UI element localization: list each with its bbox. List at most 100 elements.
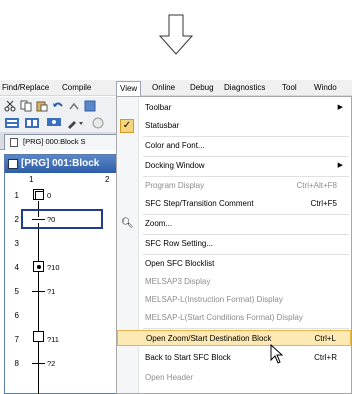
tab-label: [PRG] 000:Block S — [23, 137, 86, 146]
transition-bar[interactable] — [32, 363, 45, 364]
menu-separator — [143, 214, 349, 215]
window-icon — [8, 159, 18, 169]
row-number: 3 — [14, 239, 19, 248]
menu-item-statusbar[interactable]: ✓ Statusbar — [117, 118, 351, 134]
transition-bar[interactable] — [32, 291, 45, 292]
menu-item-label: SFC Step/Transition Comment — [145, 199, 254, 208]
undo-icon[interactable] — [52, 100, 64, 112]
copy-icon[interactable] — [20, 100, 32, 112]
menu-item-label: Open SFC Blocklist — [145, 259, 215, 268]
submenu-arrow-icon: ▶ — [337, 162, 343, 169]
menu-separator — [143, 328, 349, 329]
menu-item-label: Zoom... — [145, 219, 173, 228]
transition-label: ?1 — [47, 287, 56, 296]
step-label: 0 — [47, 191, 52, 200]
row-number: 4 — [14, 263, 19, 272]
row-number: 8 — [14, 359, 19, 368]
menu-item-sfc-step-transition-comment[interactable]: SFC Step/Transition Comment Ctrl+F5 — [117, 196, 351, 212]
paste-icon[interactable] — [36, 100, 48, 112]
toolbar-row-1 — [0, 97, 118, 115]
menu-compile[interactable]: Compile — [62, 82, 91, 94]
column-header-2: 2 — [105, 175, 110, 184]
menu-item-program-display[interactable]: Program Display Ctrl+Alt+F8 — [117, 178, 351, 194]
step-label: ?11 — [47, 335, 59, 344]
menu-item-label: Back to Start SFC Block — [145, 353, 231, 362]
step-label: ?10 — [47, 263, 60, 272]
tab-program-block[interactable]: [PRG] 000:Block S — [4, 134, 120, 150]
menu-find-replace[interactable]: Find/Replace — [2, 82, 49, 94]
menu-window[interactable]: Windo — [314, 82, 337, 94]
tab-strip: [PRG] 000:Block S — [0, 132, 120, 150]
magnifier-icon: 🔍︎ — [121, 218, 134, 229]
sfc-editor-window: [PRG] 001:Block 1 2 1 0 · 2 ?0 3 4 ?10 ·… — [4, 154, 120, 394]
menu-item-label: Open Header — [145, 373, 194, 382]
monitor-icon[interactable] — [46, 117, 62, 129]
menu-item-label: MELSAP-L(Instruction Format) Display — [145, 295, 283, 304]
menu-separator — [143, 136, 349, 137]
mouse-pointer-icon — [270, 344, 284, 364]
menu-item-toolbar[interactable]: Toolbar ▶ — [117, 100, 351, 116]
menu-separator — [143, 176, 349, 177]
menu-item-label: Program Display — [145, 181, 205, 190]
window-title-bar[interactable]: [PRG] 001:Block — [5, 155, 117, 173]
menu-item-shortcut: Ctrl+Alt+F8 — [296, 181, 337, 190]
menu-item-docking-window[interactable]: Docking Window ▶ — [117, 158, 351, 174]
device-read-icon[interactable] — [24, 117, 40, 129]
menu-item-open-sfc-blocklist[interactable]: Open SFC Blocklist — [117, 256, 351, 272]
submenu-arrow-icon: ▶ — [337, 104, 343, 111]
initial-step[interactable] — [33, 189, 44, 200]
menu-item-zoom[interactable]: 🔍︎ Zoom... — [117, 216, 351, 232]
window-title: [PRG] 001:Block — [21, 158, 100, 169]
menu-item-label: SFC Row Setting... — [145, 239, 214, 248]
menu-item-open-zoom-start-destination-block[interactable]: Open Zoom/Start Destination Block Ctrl+L — [117, 330, 351, 346]
view-menu-dropdown: Toolbar ▶ ✓ Statusbar Color and Font... … — [116, 96, 352, 394]
block-start-step[interactable] — [33, 261, 44, 272]
menu-item-label: MELSAP-L(Start Conditions Format) Displa… — [145, 313, 303, 322]
row-number: 2 — [14, 215, 19, 224]
menu-item-label: Open Zoom/Start Destination Block — [146, 334, 272, 343]
help-icon[interactable] — [92, 117, 104, 129]
menu-debug[interactable]: Debug — [190, 82, 214, 94]
document-icon — [10, 138, 18, 147]
menu-separator — [143, 156, 349, 157]
selection-cursor — [21, 209, 103, 229]
menu-item-back-to-start-sfc-block[interactable]: Back to Start SFC Block Ctrl+R — [117, 350, 351, 366]
transition-label: ?2 — [47, 359, 56, 368]
step-box[interactable] — [33, 331, 44, 342]
menu-item-sfc-row-setting[interactable]: SFC Row Setting... — [117, 236, 351, 252]
menu-item-melsap-l-instruction-display[interactable]: MELSAP-L(Instruction Format) Display — [117, 292, 351, 308]
toolbar-row-2 — [0, 114, 118, 132]
down-arrow-icon — [158, 14, 194, 55]
menu-item-label: Docking Window — [145, 161, 205, 170]
menu-item-label: Statusbar — [145, 121, 180, 130]
menu-item-shortcut: Ctrl+L — [314, 334, 336, 343]
menu-item-shortcut: Ctrl+R — [314, 353, 337, 362]
menu-bar: Find/Replace Compile View Online Debug D… — [0, 80, 352, 96]
menu-item-open-header[interactable]: Open Header — [117, 370, 351, 386]
menu-item-melsap3-display[interactable]: MELSAP3 Display — [117, 274, 351, 290]
menu-item-melsap-l-start-conditions-display[interactable]: MELSAP-L(Start Conditions Format) Displa… — [117, 310, 351, 326]
checkmark-icon: ✓ — [120, 119, 134, 133]
sfc-connector — [38, 335, 39, 394]
menu-online[interactable]: Online — [152, 82, 175, 94]
menu-item-color-and-font[interactable]: Color and Font... — [117, 138, 351, 154]
cut-icon[interactable] — [4, 100, 16, 112]
row-number: 1 — [14, 191, 19, 200]
menu-separator — [143, 234, 349, 235]
menu-diagnostics[interactable]: Diagnostics — [224, 82, 265, 94]
row-number: 7 — [14, 335, 19, 344]
menu-item-shortcut: Ctrl+F5 — [310, 199, 337, 208]
menu-view[interactable]: View — [116, 81, 142, 96]
row-number: 6 — [14, 311, 19, 320]
column-header-1: 1 — [29, 175, 34, 184]
menu-tool[interactable]: Tool — [282, 82, 297, 94]
menu-separator — [143, 254, 349, 255]
menu-item-label: Color and Font... — [145, 141, 205, 150]
toolbar-tool-icon[interactable] — [84, 100, 96, 112]
sfc-connector — [38, 223, 39, 331]
menu-item-label: Toolbar — [145, 103, 172, 112]
redo-icon[interactable] — [68, 100, 80, 112]
write-dropdown-icon[interactable] — [66, 117, 86, 129]
program-read-icon[interactable] — [4, 117, 20, 129]
row-number: 5 — [14, 287, 19, 296]
